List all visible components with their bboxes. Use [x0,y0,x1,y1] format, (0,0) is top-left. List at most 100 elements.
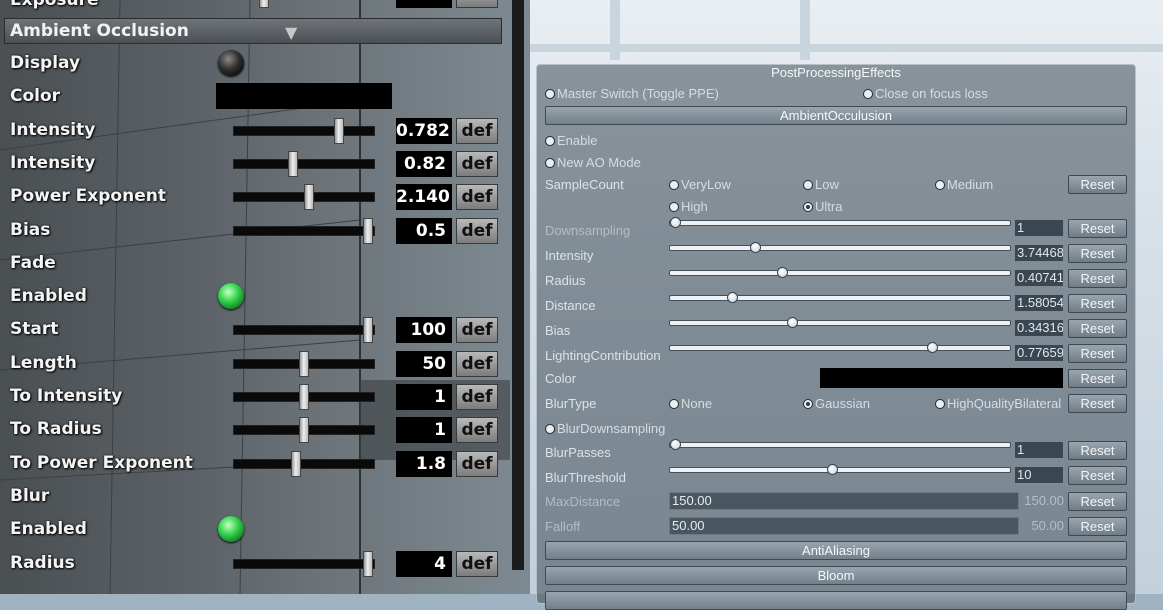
def-button-power-exponent-4[interactable]: def [456,184,498,210]
radius-slider-track[interactable] [669,270,1011,276]
blur-downsampling-toggle[interactable]: BlurDownsampling [545,421,665,436]
exposure-value[interactable]: 1 [396,0,452,8]
value-field-to-power-exponent-12[interactable]: 1.8 [396,451,452,477]
sample-count-reset-button[interactable]: Reset [1068,175,1127,194]
left-panel-scrollbar[interactable] [512,0,524,570]
downsampling-reset-button[interactable]: Reset [1068,219,1127,238]
slider-thumb-intensity-2[interactable] [333,118,344,144]
blurpasses-value-field[interactable]: 1 [1014,441,1064,459]
slider-thumb-to-radius-11[interactable] [298,417,309,443]
slider-thumb-start-8[interactable] [362,317,373,343]
slider-track-to-power-exponent-12[interactable] [233,459,375,469]
anti-aliasing-section-button[interactable]: AntiAliasing [545,541,1127,560]
new-ao-mode-toggle[interactable]: New AO Mode [545,155,641,170]
blurthreshold-reset-button[interactable]: Reset [1068,466,1127,485]
blurthreshold-slider-track[interactable] [669,467,1011,473]
slider-thumb-intensity-3[interactable] [287,151,298,177]
radio-medium-icon[interactable] [935,179,945,190]
blurpasses-slider-track[interactable] [669,442,1011,448]
color-swatch-color-1[interactable] [216,83,392,109]
option-none[interactable]: None [669,396,712,411]
maxdistance-reset-button[interactable]: Reset [1068,492,1127,511]
distance-slider-track[interactable] [669,295,1011,301]
value-field-power-exponent-4[interactable]: 2.140 [396,184,452,210]
slider-thumb-length-9[interactable] [298,351,309,377]
option-high[interactable]: High [669,199,708,214]
def-button-bias-5[interactable]: def [456,218,498,244]
slider-thumb-radius-15[interactable] [362,551,373,577]
radio-high-icon[interactable] [669,201,679,212]
falloff-reset-button[interactable]: Reset [1068,517,1127,536]
bloom-section-button[interactable]: Bloom [545,566,1127,585]
blurthreshold-slider-thumb[interactable] [826,464,838,475]
option-ultra[interactable]: Ultra [803,199,842,214]
def-button-radius-15[interactable]: def [456,551,498,577]
def-button-to-intensity-10[interactable]: def [456,384,498,410]
value-field-intensity-2[interactable]: 0.782 [396,118,452,144]
radius-value-field[interactable]: 0.40741 [1014,269,1064,287]
exposure-def-button[interactable]: def [456,0,498,8]
slider-track-intensity-2[interactable] [233,126,375,136]
distance-value-field[interactable]: 1.58054 [1014,294,1064,312]
slider-thumb-to-intensity-10[interactable] [298,384,309,410]
value-field-to-intensity-10[interactable]: 1 [396,384,452,410]
collapse-triangle-icon[interactable]: ▼ [285,21,297,45]
blur-downsampling-checkbox-icon[interactable] [545,423,555,434]
intensity-reset-button[interactable]: Reset [1068,244,1127,263]
value-field-length-9[interactable]: 50 [396,351,452,377]
exposure-slider-thumb[interactable] [259,0,269,8]
radio-verylow-icon[interactable] [669,179,679,190]
intensity-slider-track[interactable] [669,245,1011,251]
value-field-radius-15[interactable]: 4 [396,551,452,577]
downsampling-slider-thumb[interactable] [670,217,681,228]
falloff-input[interactable]: 50.00 [669,517,1019,535]
master-switch-toggle[interactable]: Master Switch (Toggle PPE) [545,86,719,101]
option-medium[interactable]: Medium [935,177,993,192]
radio-low-icon[interactable] [803,179,813,190]
def-button-length-9[interactable]: def [456,351,498,377]
master-switch-checkbox-icon[interactable] [545,88,555,99]
slider-track-radius-15[interactable] [233,559,375,569]
intensity-slider-thumb[interactable] [750,242,762,253]
radius-reset-button[interactable]: Reset [1068,269,1127,288]
blur-type-reset-button[interactable]: Reset [1068,394,1127,413]
lightingcontribution-slider-thumb[interactable] [927,342,939,353]
option-low[interactable]: Low [803,177,839,192]
bias-slider-track[interactable] [669,320,1011,326]
radio-highqualitybilateral-icon[interactable] [935,398,945,409]
downsampling-slider-track[interactable] [669,220,1011,226]
slider-track-intensity-3[interactable] [233,159,375,169]
def-button-to-radius-11[interactable]: def [456,417,498,443]
ao-color-reset-button[interactable]: Reset [1068,369,1127,388]
slider-track-bias-5[interactable] [233,226,375,236]
close-on-focus-loss-toggle[interactable]: Close on focus loss [863,86,988,101]
option-highqualitybilateral[interactable]: HighQualityBilateral [935,396,1061,411]
blurthreshold-value-field[interactable]: 10 [1014,466,1064,484]
toggle-display-0[interactable] [218,50,244,76]
radio-ultra-icon[interactable] [803,201,813,212]
toggle-enabled-14[interactable] [218,516,244,542]
bias-slider-thumb[interactable] [786,317,798,328]
option-gaussian[interactable]: Gaussian [803,396,870,411]
lightingcontribution-slider-track[interactable] [669,345,1011,351]
new-ao-mode-checkbox-icon[interactable] [545,157,555,168]
toggle-enabled-7[interactable] [218,283,244,309]
bias-value-field[interactable]: 0.34316 [1014,319,1064,337]
ao-enable-toggle[interactable]: Enable [545,133,597,148]
lightingcontribution-value-field[interactable]: 0.77659 [1014,344,1064,362]
value-field-bias-5[interactable]: 0.5 [396,218,452,244]
slider-track-start-8[interactable] [233,325,375,335]
radius-slider-thumb[interactable] [776,267,788,278]
ao-enable-checkbox-icon[interactable] [545,135,555,146]
maxdistance-input[interactable]: 150.00 [669,492,1019,510]
intensity-value-field[interactable]: 3.74468 [1014,244,1064,262]
value-field-intensity-3[interactable]: 0.82 [396,151,452,177]
slider-thumb-to-power-exponent-12[interactable] [290,451,301,477]
ambient-occlusion-section-header[interactable]: Ambient Occlusion ▼ [4,18,502,44]
slider-thumb-power-exponent-4[interactable] [304,184,315,210]
distance-reset-button[interactable]: Reset [1068,294,1127,313]
value-field-to-radius-11[interactable]: 1 [396,417,452,443]
close-on-focus-loss-checkbox-icon[interactable] [863,88,873,99]
radio-none-icon[interactable] [669,398,679,409]
ao-color-swatch[interactable] [820,368,1063,388]
